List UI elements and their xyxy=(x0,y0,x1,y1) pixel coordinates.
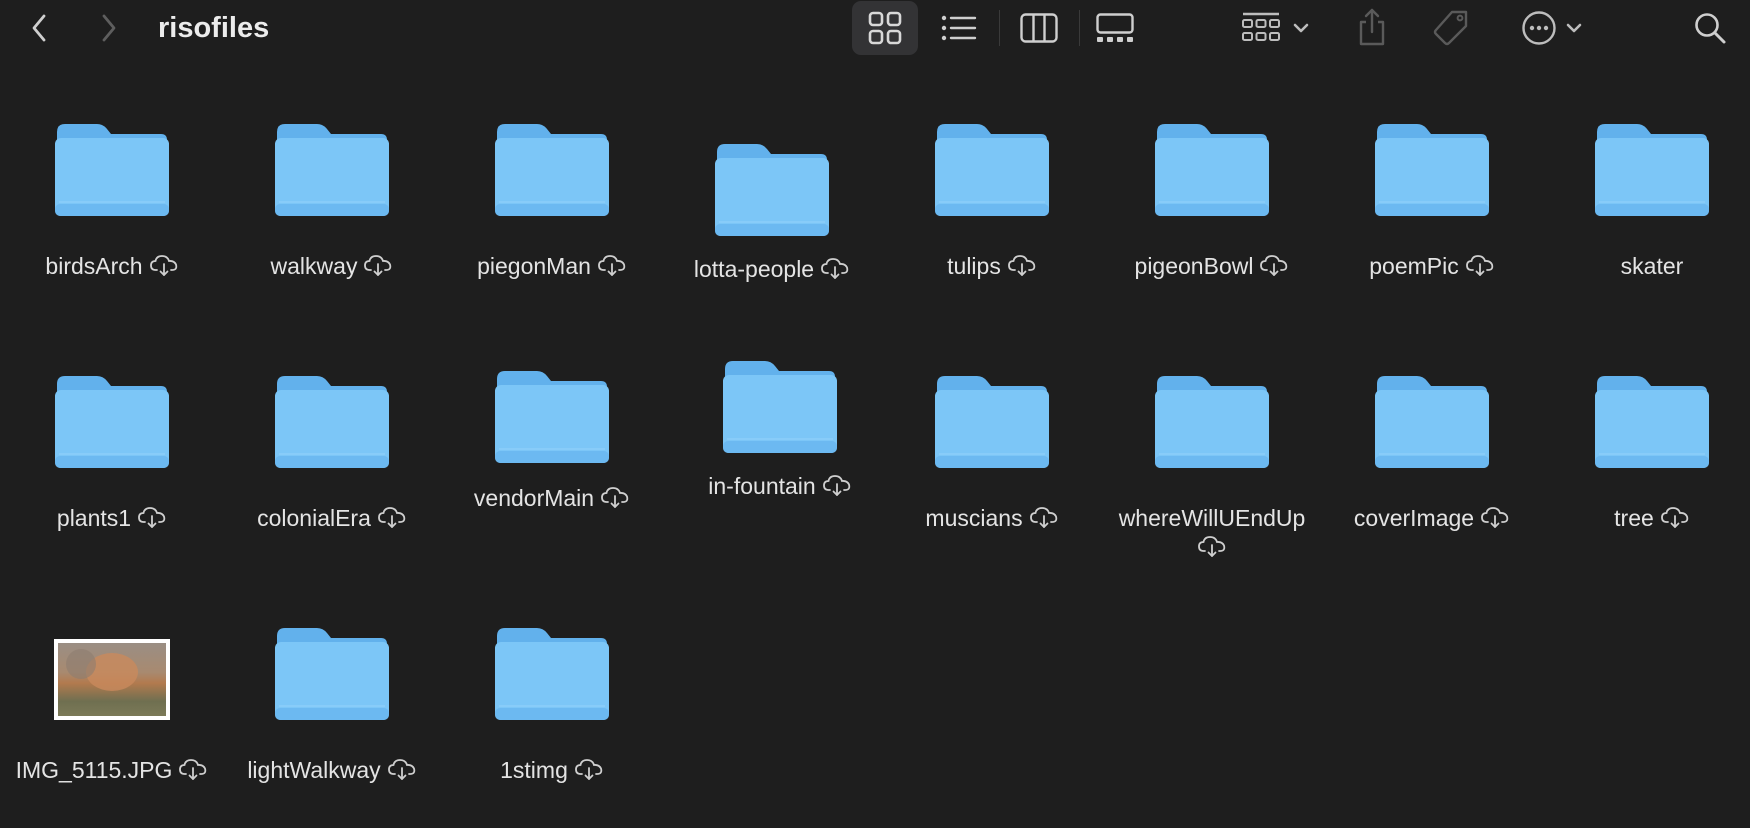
folder-icon xyxy=(273,622,391,727)
item-name: lotta-people xyxy=(693,256,815,282)
item-name: IMG_5115.JPG xyxy=(15,757,173,783)
item-name-label: tulips xyxy=(882,251,1102,284)
folder-icon xyxy=(1373,370,1491,475)
folder-item[interactable]: tulips xyxy=(882,118,1102,318)
item-name: plants1 xyxy=(56,505,132,531)
item-name-label: piegonMan xyxy=(442,251,662,284)
icloud-download-icon[interactable] xyxy=(597,253,627,284)
item-name: poemPic xyxy=(1369,253,1459,279)
item-name: whereWillUEndUp xyxy=(1118,505,1306,531)
folder-icon xyxy=(493,365,611,470)
item-name: skater xyxy=(1620,253,1684,279)
folder-item[interactable]: vendorMain xyxy=(442,370,662,570)
icloud-download-icon[interactable] xyxy=(822,473,852,504)
icloud-download-icon[interactable] xyxy=(1102,534,1322,563)
item-name-label: in-fountain xyxy=(670,471,890,504)
icloud-download-icon[interactable] xyxy=(178,757,208,788)
folder-icon xyxy=(53,118,171,223)
icloud-download-icon[interactable] xyxy=(820,256,850,287)
folder-item[interactable]: poemPic xyxy=(1322,118,1542,318)
folder-icon xyxy=(1593,118,1711,223)
folder-item[interactable]: muscians xyxy=(882,370,1102,570)
folder-item[interactable]: skater xyxy=(1542,118,1750,318)
item-name-label: plants1 xyxy=(2,503,222,536)
folder-item[interactable]: whereWillUEndUp xyxy=(1102,370,1322,570)
item-name-label: 1stimg xyxy=(442,755,662,788)
item-name-label: vendorMain xyxy=(442,483,662,516)
item-name-label: lotta-people xyxy=(662,254,882,287)
folder-icon xyxy=(493,622,611,727)
item-name-label: poemPic xyxy=(1322,251,1542,284)
folder-icon xyxy=(933,118,1051,223)
icloud-download-icon[interactable] xyxy=(1480,505,1510,536)
folder-icon xyxy=(933,370,1051,475)
file-grid: birdsArch walkway piegonMan lotta-people tul… xyxy=(0,0,1750,828)
folder-icon xyxy=(713,138,831,243)
icloud-download-icon[interactable] xyxy=(1007,253,1037,284)
item-name-label: skater xyxy=(1542,251,1750,281)
folder-icon xyxy=(1153,370,1271,475)
item-name-label: whereWillUEndUp xyxy=(1102,503,1322,533)
item-name-label: muscians xyxy=(882,503,1102,536)
item-name-label: tree xyxy=(1542,503,1750,536)
folder-item[interactable]: birdsArch xyxy=(2,118,222,318)
item-name: tulips xyxy=(947,253,1001,279)
item-name: in-fountain xyxy=(708,473,816,499)
image-thumbnail xyxy=(54,639,170,720)
item-name: tree xyxy=(1614,505,1654,531)
item-name: coverImage xyxy=(1353,505,1475,531)
icloud-download-icon[interactable] xyxy=(387,757,417,788)
item-name-label: walkway xyxy=(222,251,442,284)
item-name: walkway xyxy=(270,253,358,279)
icloud-download-icon[interactable] xyxy=(149,253,179,284)
folder-item[interactable]: in-fountain xyxy=(662,361,882,570)
folder-icon xyxy=(53,370,171,475)
item-name: lightWalkway xyxy=(247,757,381,783)
folder-item[interactable]: colonialEra xyxy=(222,370,442,570)
folder-item[interactable]: tree xyxy=(1542,370,1750,570)
icloud-download-icon[interactable] xyxy=(600,485,630,516)
item-name: pigeonBowl xyxy=(1134,253,1254,279)
item-name: piegonMan xyxy=(477,253,591,279)
folder-icon xyxy=(1373,118,1491,223)
folder-icon xyxy=(1153,118,1271,223)
item-name: vendorMain xyxy=(473,485,595,511)
item-name-label: birdsArch xyxy=(2,251,222,284)
item-name-label: pigeonBowl xyxy=(1102,251,1322,284)
icloud-download-icon[interactable] xyxy=(574,757,604,788)
icloud-download-icon[interactable] xyxy=(1029,505,1059,536)
folder-item[interactable]: walkway xyxy=(222,118,442,318)
folder-icon xyxy=(273,370,391,475)
folder-icon xyxy=(493,118,611,223)
folder-item[interactable]: lightWalkway xyxy=(222,622,442,822)
folder-icon xyxy=(721,355,839,460)
folder-item[interactable]: lotta-people xyxy=(662,118,882,318)
icloud-download-icon[interactable] xyxy=(1465,253,1495,284)
icloud-download-icon[interactable] xyxy=(1660,505,1690,536)
folder-item[interactable]: pigeonBowl xyxy=(1102,118,1322,318)
item-name: birdsArch xyxy=(45,253,143,279)
folder-item[interactable]: plants1 xyxy=(2,370,222,570)
file-item[interactable]: IMG_5115.JPG xyxy=(2,622,222,822)
icloud-download-icon[interactable] xyxy=(1259,253,1289,284)
folder-icon xyxy=(273,118,391,223)
folder-item[interactable]: piegonMan xyxy=(442,118,662,318)
folder-icon xyxy=(1593,370,1711,475)
icloud-download-icon[interactable] xyxy=(377,505,407,536)
item-name-label: colonialEra xyxy=(222,503,442,536)
folder-item[interactable]: coverImage xyxy=(1322,370,1542,570)
item-name: muscians xyxy=(925,505,1023,531)
item-name-label: IMG_5115.JPG xyxy=(2,755,222,788)
item-name: colonialEra xyxy=(257,505,371,531)
item-name: 1stimg xyxy=(500,757,568,783)
item-name-label: lightWalkway xyxy=(222,755,442,788)
icloud-download-icon[interactable] xyxy=(137,505,167,536)
folder-item[interactable]: 1stimg xyxy=(442,622,662,822)
item-name-label: coverImage xyxy=(1322,503,1542,536)
icloud-download-icon[interactable] xyxy=(363,253,393,284)
